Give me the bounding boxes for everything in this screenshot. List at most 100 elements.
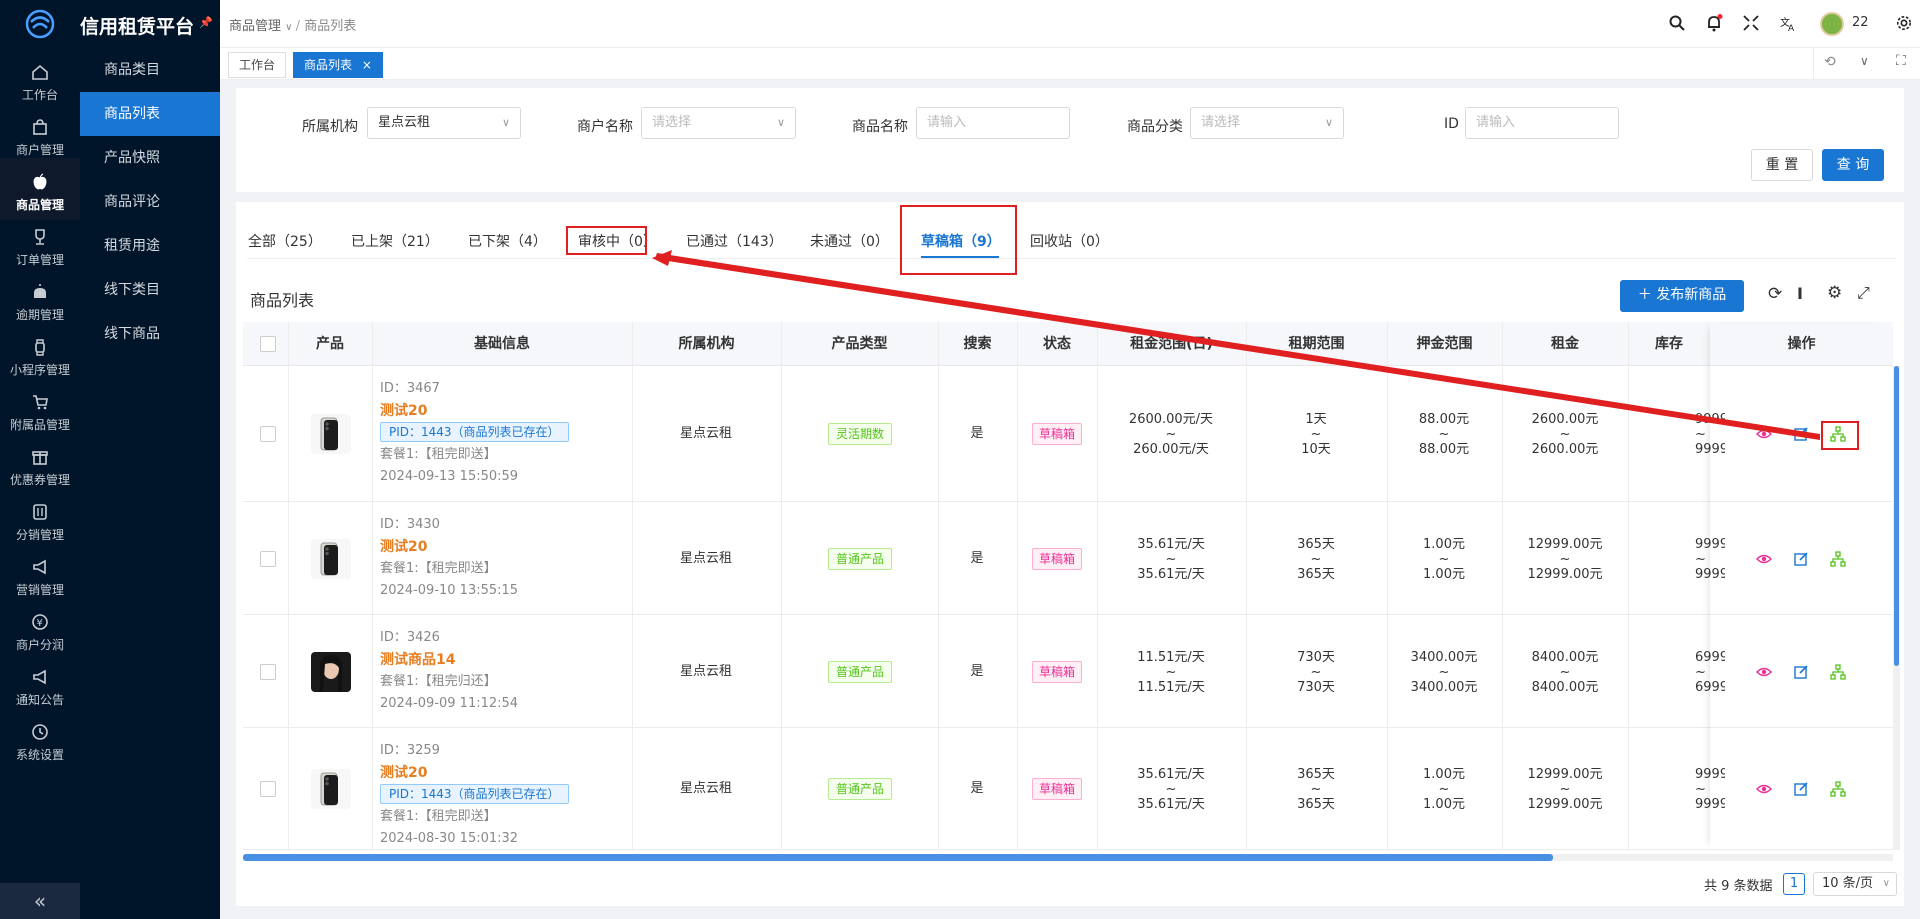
tab-workbench[interactable]: 工作台 [228,52,287,78]
scrollbar-thumb[interactable] [1894,366,1899,666]
row-checkbox[interactable] [260,550,276,567]
scrollbar-thumb[interactable] [243,854,1553,861]
product-thumbnail[interactable] [311,414,351,454]
subnav-item[interactable]: 商品评论 [80,180,220,224]
nav-item-label: 通知公告 [15,693,64,707]
nav-item[interactable]: 系统设置 [0,708,80,770]
product-thumbnail[interactable] [311,651,351,692]
subnav-item[interactable]: 产品快照 [80,136,220,180]
breadcrumb-parent[interactable]: 商品管理 [229,19,281,34]
column-divider [1097,322,1098,850]
refresh-icon[interactable]: ⟲ [1824,54,1836,70]
term-value: ~ [1310,782,1322,797]
user-name[interactable]: 22 [1852,15,1869,30]
nav-item[interactable]: 附属品管理 [0,378,80,440]
select-all-checkbox[interactable] [260,336,276,352]
status-tab[interactable]: 未通过（0） [810,231,889,251]
apple-icon [33,173,47,190]
shop-bag-icon [33,119,47,135]
product-name[interactable]: 测试20 [380,762,569,784]
nav-item[interactable]: 分销管理 [0,488,80,550]
product-type-tag: 普通产品 [828,660,893,683]
org-select[interactable]: 星点云租 ∨ [367,107,521,139]
product-thumbnail[interactable] [311,538,351,579]
product-thumbnail[interactable] [311,769,351,809]
pin-icon[interactable]: 📌 [199,16,213,29]
chevron-down-icon[interactable]: ∨ [1860,54,1869,68]
status-tab[interactable]: 已下架（4） [468,231,547,251]
status-tab[interactable]: 草稿箱（9） [921,231,1001,251]
column-divider [1628,322,1629,850]
nav-item[interactable]: 工作台 [0,48,80,110]
reset-button[interactable]: 重 置 [1751,149,1813,181]
product-type-tag: 普通产品 [828,547,893,570]
status-tab[interactable]: 全部（25） [248,231,322,251]
sub-sidebar: 商品类目 商品列表 产品快照 商品评论 租赁用途 线下类目 线下商品 [80,48,220,919]
close-icon[interactable]: × [362,58,372,72]
status-tab[interactable]: 已上架（21） [351,231,439,251]
merchant-label: 商户名称 [577,119,633,135]
column-header: 租金范围(日) [1130,336,1213,352]
org-select-value: 星点云租 [378,115,431,130]
subnav-item[interactable]: 线下类目 [80,268,220,312]
avatar[interactable] [1820,12,1844,36]
column-header: 基础信息 [474,336,530,352]
deposit-cell: 88.00元 ~88.00元 [1384,412,1504,457]
nav-item[interactable]: 商品管理 [0,158,80,220]
category-select[interactable]: 请选择 ∨ [1190,107,1344,139]
row-checkbox[interactable] [260,426,276,442]
subnav-item[interactable]: 商品列表 [80,92,220,136]
rent-value: 8400.00元 [1531,679,1599,695]
id-input[interactable]: 请输入 [1465,107,1619,139]
settings-icon[interactable]: ⚙ [1827,283,1842,303]
column-height-icon[interactable]: Ⅰ [1797,284,1803,303]
nav-item[interactable]: 商户管理 [0,103,80,165]
product-name[interactable]: 测试20 [380,536,518,558]
daily-value: ~ [1165,551,1177,567]
subnav-item[interactable]: 商品类目 [80,48,220,92]
nav-item[interactable]: 小程序管理 [0,323,80,385]
rent-value: 12999.00元 [1527,767,1603,782]
bell-icon[interactable] [1705,14,1723,32]
row-checkbox[interactable] [260,781,276,797]
refresh-icon[interactable]: ⟳ [1768,284,1782,304]
column-divider [938,322,939,850]
term-value: ~ [1310,551,1322,567]
nav-item[interactable]: ¥ 商户分润 [0,598,80,660]
status-tab[interactable]: 已通过（143） [686,231,783,251]
fullscreen-icon[interactable]: ⤢ [1857,283,1870,303]
query-button[interactable]: 查 询 [1822,149,1884,181]
translate-icon[interactable]: 文A [1779,14,1797,32]
fullscreen-icon[interactable] [1742,14,1760,32]
nav-item-label: 订单管理 [15,253,64,267]
search-icon[interactable] [1668,14,1686,32]
column-header: 状态 [1043,336,1071,352]
status-tag: 草稿箱 [1032,547,1083,570]
tab-product-list[interactable]: 商品列表 × [293,52,383,78]
publish-product-button[interactable]: ＋ 发布新商品 [1620,280,1744,312]
merchant-select[interactable]: 请选择 ∨ [641,107,796,139]
page-1[interactable]: 1 [1783,873,1805,895]
product-name-placeholder: 请输入 [927,115,967,130]
horizontal-scrollbar[interactable] [243,854,1893,861]
vertical-scrollbar[interactable] [1893,366,1900,850]
term-value: ~ [1310,664,1322,680]
product-name[interactable]: 测试20 [380,400,569,422]
product-name-input[interactable]: 请输入 [916,107,1070,139]
nav-item[interactable]: 营销管理 [0,543,80,605]
subnav-item[interactable]: 线下商品 [80,312,220,356]
gear-icon[interactable] [1896,15,1912,31]
id-label: ID [1444,116,1459,132]
subnav-item[interactable]: 租赁用途 [80,224,220,268]
collapse-sidebar-icon[interactable]: « [0,883,80,919]
nav-item[interactable]: 逾期管理 [0,268,80,330]
product-name[interactable]: 测试商品14 [380,649,518,671]
row-checkbox[interactable] [260,663,276,680]
status-tab[interactable]: 审核中（0） [578,231,657,251]
nav-item[interactable]: 优惠券管理 [0,433,80,495]
maximize-icon[interactable]: ⛶ [1896,53,1906,69]
status-tab[interactable]: 回收站（0） [1030,231,1109,251]
page-size-select[interactable]: 10 条/页 ∨ [1813,872,1897,896]
nav-item[interactable]: 通知公告 [0,653,80,715]
nav-item[interactable]: 订单管理 [0,213,80,275]
